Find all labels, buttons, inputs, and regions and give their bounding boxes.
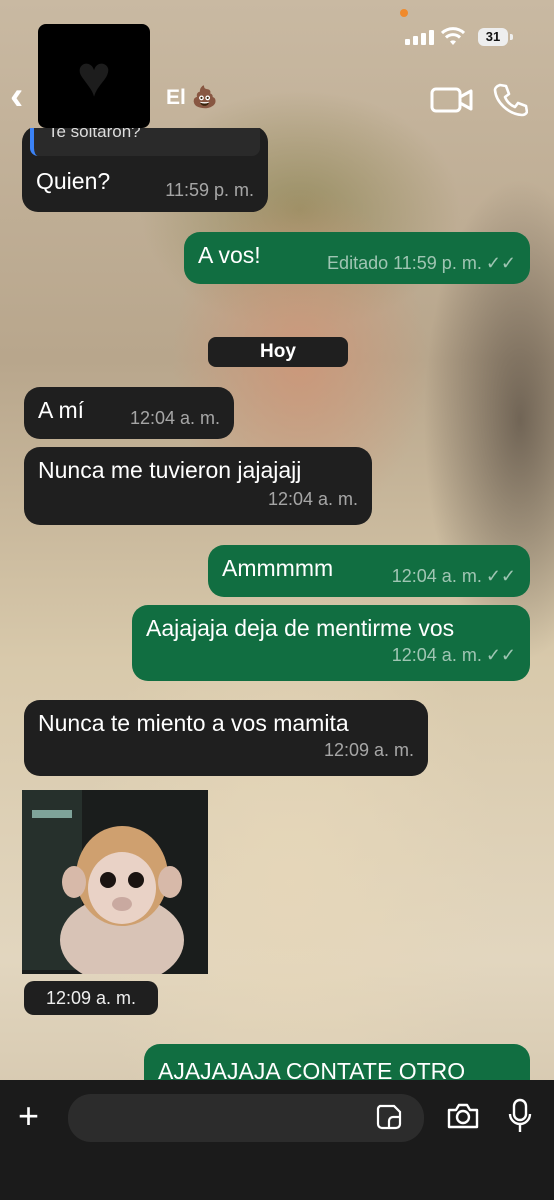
message-text: Ammmmm [222, 555, 334, 581]
message-meta: Editado 11:59 p. m. ✓✓ [327, 253, 516, 274]
composer-bar: + [0, 1080, 554, 1200]
microphone-icon[interactable] [508, 1098, 532, 1139]
message-time: 12:04 a. m. [129, 408, 220, 428]
read-receipt-icon: ✓✓ [485, 566, 516, 586]
quoted-message[interactable]: Te soltaron? [30, 128, 260, 156]
message-time: 12:04 a. m. [391, 566, 482, 586]
message-bubble[interactable]: Nunca me tuvieron jajajajj 12:04 a. m. [24, 447, 372, 525]
message-time: 12:09 a. m. [323, 740, 414, 760]
message-text: Quien? [36, 168, 111, 194]
battery-indicator: 31 [478, 28, 513, 46]
message-list[interactable]: Te soltaron? Quien? 11:59 p. m. A vos! E… [0, 128, 554, 1080]
date-divider: Hoy [208, 337, 348, 367]
recording-indicator [400, 9, 408, 17]
message-text: Nunca me tuvieron jajajajj [38, 457, 302, 483]
message-bubble[interactable]: Nunca te miento a vos mamita 12:09 a. m. [24, 700, 428, 776]
message-text: A vos! [198, 242, 261, 268]
message-time: 12:04 a. m. [391, 645, 482, 665]
message-time: Editado 11:59 p. m. [327, 253, 482, 273]
message-bubble[interactable]: AJAJAJAJA CONTATE OTRO [144, 1044, 530, 1080]
message-bubble[interactable]: Te soltaron? Quien? 11:59 p. m. [22, 128, 268, 212]
read-receipt-icon: ✓✓ [485, 253, 516, 273]
message-bubble[interactable]: A vos! Editado 11:59 p. m. ✓✓ [184, 232, 530, 284]
video-call-icon[interactable] [430, 84, 474, 121]
message-bubble[interactable]: Aajajaja deja de mentirme vos 12:04 a. m… [132, 605, 530, 681]
sticker-icon[interactable] [376, 1104, 402, 1135]
plus-icon[interactable]: + [18, 1098, 39, 1134]
message-bubble[interactable]: A mí 12:04 a. m. [24, 387, 234, 439]
read-receipt-icon: ✓✓ [485, 645, 516, 665]
message-text: Aajajaja deja de mentirme vos [146, 615, 455, 641]
monkey-sticker-icon [22, 790, 208, 974]
chat-header: ♥ ‹ El 💩 [0, 24, 554, 128]
message-text: Nunca te miento a vos mamita [38, 710, 349, 736]
back-icon[interactable]: ‹ [10, 76, 23, 116]
message-time: 11:59 p. m. [165, 180, 254, 200]
camera-icon[interactable] [446, 1102, 480, 1135]
sticker-image[interactable] [22, 790, 208, 974]
wifi-icon [440, 26, 466, 49]
message-text: AJAJAJAJA CONTATE OTRO [158, 1058, 466, 1080]
message-time: 12:04 a. m. [267, 489, 358, 509]
message-meta: 12:04 a. m. ✓✓ [392, 566, 516, 587]
message-text: A mí [38, 397, 85, 423]
signal-icon [405, 30, 434, 45]
contact-name[interactable]: El 💩 [166, 86, 218, 110]
phone-call-icon[interactable] [492, 82, 529, 123]
message-input[interactable] [68, 1094, 424, 1142]
message-time: 12:09 a. m. [24, 981, 158, 1015]
message-meta: 12:04 a. m. ✓✓ [146, 645, 516, 666]
avatar[interactable]: ♥ [38, 24, 150, 128]
message-bubble[interactable]: Ammmmm 12:04 a. m. ✓✓ [208, 545, 530, 597]
